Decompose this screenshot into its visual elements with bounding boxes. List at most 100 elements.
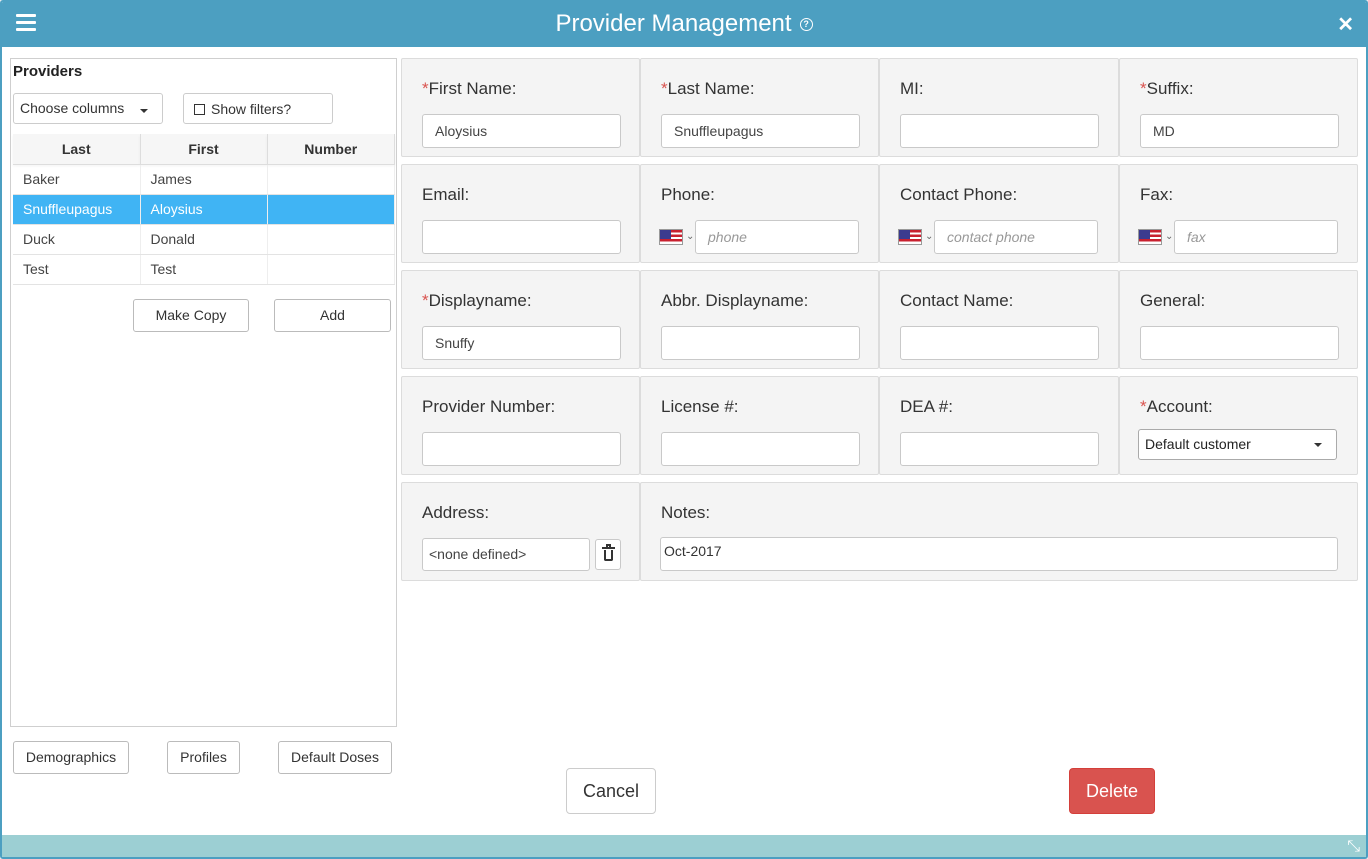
phone-input[interactable]: phone <box>695 220 859 254</box>
suffix-cell: *Suffix: MD <box>1119 58 1358 157</box>
demographics-button[interactable]: Demographics <box>13 741 129 774</box>
first-name-cell: *First Name: Aloysius <box>401 58 640 157</box>
provider-number-label: Provider Number: <box>422 397 556 416</box>
us-flag-icon[interactable] <box>1138 229 1162 245</box>
cell-last[interactable]: Baker <box>13 164 141 195</box>
cell-last[interactable]: Test <box>13 254 141 285</box>
displayname-label-text: Displayname: <box>428 291 532 310</box>
address-input[interactable]: <none defined> <box>422 538 590 571</box>
displayname-cell: *Displayname: Snuffy <box>401 270 640 369</box>
choose-columns-label: Choose columns <box>20 100 125 116</box>
chevron-down-icon[interactable]: ⌄ <box>1165 231 1173 242</box>
abbr-displayname-label: Abbr. Displayname: <box>661 291 809 310</box>
fax-input[interactable]: fax <box>1174 220 1338 254</box>
show-filters-toggle[interactable]: Show filters? <box>183 93 333 124</box>
make-copy-button[interactable]: Make Copy <box>133 299 249 332</box>
last-name-label: *Last Name: <box>661 79 755 99</box>
window-title: Provider Management <box>555 10 792 37</box>
choose-columns-dropdown[interactable]: Choose columns <box>13 93 163 124</box>
license-label: License #: <box>661 397 739 416</box>
email-input[interactable] <box>422 220 621 254</box>
mi-label: MI: <box>900 79 924 98</box>
provider-number-cell: Provider Number: <box>401 376 640 475</box>
license-input[interactable] <box>661 432 860 466</box>
general-cell: General: <box>1119 270 1358 369</box>
suffix-label-text: Suffix: <box>1146 79 1194 98</box>
providers-panel: Providers Choose columns Show filters? L… <box>10 58 397 727</box>
email-label: Email: <box>422 185 470 204</box>
email-cell: Email: <box>401 164 640 263</box>
table-row-selected[interactable]: Snuffleupagus Aloysius <box>13 194 395 225</box>
us-flag-icon[interactable] <box>898 229 922 245</box>
resize-icon[interactable]: ⤡ <box>1347 838 1360 856</box>
phone-label: Phone: <box>661 185 715 204</box>
cell-last[interactable]: Snuffleupagus <box>13 194 141 225</box>
account-select-value: Default customer <box>1145 436 1251 452</box>
cell-number[interactable] <box>267 164 395 195</box>
cell-number[interactable] <box>267 254 395 285</box>
table-row[interactable]: Duck Donald <box>13 224 395 255</box>
dea-label: DEA #: <box>900 397 953 416</box>
cell-number[interactable] <box>267 224 395 255</box>
column-header-number[interactable]: Number <box>267 134 395 165</box>
notes-textarea[interactable]: Oct-2017 <box>660 537 1338 571</box>
table-header-row: Last First Number <box>13 134 395 165</box>
contact-name-input[interactable] <box>900 326 1099 360</box>
help-icon[interactable]: ? <box>799 18 813 32</box>
show-filters-checkbox[interactable] <box>194 104 205 115</box>
chevron-down-icon <box>140 109 148 113</box>
required-marker: * <box>1140 79 1147 98</box>
general-input[interactable] <box>1140 326 1339 360</box>
delete-button[interactable]: Delete <box>1069 768 1155 814</box>
required-marker: * <box>661 79 668 98</box>
add-button[interactable]: Add <box>274 299 391 332</box>
notes-cell: Notes: Oct-2017 <box>640 482 1358 581</box>
delete-address-button[interactable] <box>595 539 621 570</box>
cell-first[interactable]: James <box>140 164 268 195</box>
contact-name-cell: Contact Name: <box>879 270 1119 369</box>
contact-name-label: Contact Name: <box>900 291 1014 310</box>
providers-table: Last First Number Baker James Snuffleupa… <box>13 134 395 285</box>
chevron-down-icon[interactable]: ⌄ <box>686 231 694 242</box>
profiles-button[interactable]: Profiles <box>167 741 240 774</box>
cell-number[interactable] <box>267 194 395 225</box>
cancel-button[interactable]: Cancel <box>566 768 656 814</box>
first-name-input[interactable]: Aloysius <box>422 114 621 148</box>
chevron-down-icon <box>1314 443 1322 447</box>
suffix-input[interactable]: MD <box>1140 114 1339 148</box>
cell-first[interactable]: Aloysius <box>140 194 268 225</box>
last-name-input[interactable]: Snuffleupagus <box>661 114 860 148</box>
abbr-displayname-input[interactable] <box>661 326 860 360</box>
contact-phone-input[interactable]: contact phone <box>934 220 1098 254</box>
title-bar: Provider Management? ✕ <box>2 2 1366 47</box>
displayname-input[interactable]: Snuffy <box>422 326 621 360</box>
last-name-cell: *Last Name: Snuffleupagus <box>640 58 879 157</box>
license-cell: License #: <box>640 376 879 475</box>
cell-first[interactable]: Donald <box>140 224 268 255</box>
close-icon[interactable]: ✕ <box>1337 12 1354 37</box>
abbr-displayname-cell: Abbr. Displayname: <box>640 270 879 369</box>
cell-first[interactable]: Test <box>140 254 268 285</box>
status-bar: ⤡ <box>2 835 1366 857</box>
general-label: General: <box>1140 291 1206 310</box>
us-flag-icon[interactable] <box>659 229 683 245</box>
provider-management-window: Provider Management? ✕ Providers Choose … <box>0 0 1368 859</box>
contact-phone-cell: Contact Phone: ⌄ contact phone <box>879 164 1119 263</box>
table-row[interactable]: Test Test <box>13 254 395 285</box>
displayname-label: *Displayname: <box>422 291 532 311</box>
address-label: Address: <box>422 503 490 522</box>
mi-input[interactable] <box>900 114 1099 148</box>
table-row[interactable]: Baker James <box>13 164 395 195</box>
column-header-last[interactable]: Last <box>13 134 141 165</box>
column-header-first[interactable]: First <box>140 134 268 165</box>
mi-cell: MI: <box>879 58 1119 157</box>
first-name-label: *First Name: <box>422 79 516 99</box>
provider-number-input[interactable] <box>422 432 621 466</box>
fax-label: Fax: <box>1140 185 1174 204</box>
account-label: *Account: <box>1140 397 1213 417</box>
dea-input[interactable] <box>900 432 1099 466</box>
default-doses-button[interactable]: Default Doses <box>278 741 392 774</box>
cell-last[interactable]: Duck <box>13 224 141 255</box>
account-select[interactable]: Default customer <box>1138 429 1337 460</box>
chevron-down-icon[interactable]: ⌄ <box>925 231 933 242</box>
